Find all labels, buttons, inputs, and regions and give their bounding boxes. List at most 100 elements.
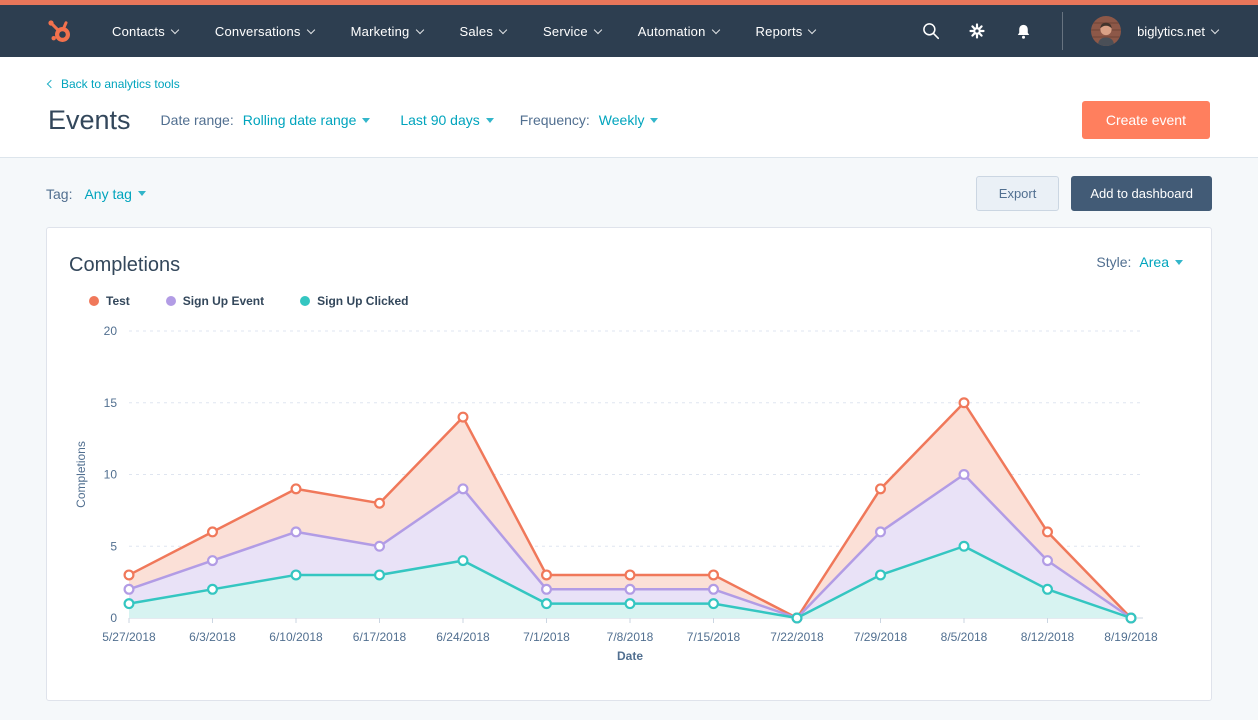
search-icon[interactable]: [920, 20, 942, 42]
data-point-sign-up-clicked[interactable]: [292, 571, 301, 580]
legend-item-sign-up-clicked[interactable]: Sign Up Clicked: [300, 294, 408, 308]
nav-item-contacts[interactable]: Contacts: [112, 24, 178, 39]
data-point-sign-up-event[interactable]: [1043, 556, 1052, 565]
back-link[interactable]: Back to analytics tools: [48, 77, 180, 91]
legend-item-sign-up-event[interactable]: Sign Up Event: [166, 294, 264, 308]
chevron-left-icon: [47, 80, 55, 88]
data-point-test[interactable]: [208, 528, 217, 537]
settings-gear-icon[interactable]: [966, 20, 988, 42]
x-tick-label: 6/3/2018: [189, 630, 236, 644]
frequency-label: Frequency:: [520, 112, 590, 128]
data-point-test[interactable]: [876, 484, 885, 493]
page-title: Events: [48, 105, 131, 136]
tag-dropdown[interactable]: Any tag: [84, 186, 145, 202]
nav-item-label: Reports: [756, 24, 803, 39]
y-tick-label: 5: [110, 539, 117, 553]
nav-item-service[interactable]: Service: [543, 24, 601, 39]
caret-down-icon: [650, 118, 658, 123]
data-point-sign-up-clicked[interactable]: [459, 556, 468, 565]
x-tick-label: 8/5/2018: [941, 630, 988, 644]
chart-legend: Test Sign Up Event Sign Up Clicked: [89, 294, 1189, 308]
y-tick-label: 15: [104, 396, 118, 410]
data-point-sign-up-event[interactable]: [459, 484, 468, 493]
nav-item-label: Conversations: [215, 24, 301, 39]
tag-label: Tag:: [46, 186, 72, 202]
caret-down-icon: [362, 118, 370, 123]
data-point-sign-up-clicked[interactable]: [960, 542, 969, 551]
caret-down-icon: [1175, 260, 1183, 265]
legend-dot: [166, 296, 176, 306]
account-menu[interactable]: biglytics.net: [1137, 24, 1218, 39]
data-point-test[interactable]: [960, 398, 969, 407]
data-point-test[interactable]: [375, 499, 384, 508]
chevron-down-icon: [594, 25, 602, 33]
frequency-dropdown[interactable]: Weekly: [599, 112, 659, 128]
completions-area-chart: 051015205/27/20186/3/20186/10/20186/17/2…: [69, 320, 1189, 667]
data-point-test[interactable]: [542, 571, 551, 580]
data-point-test[interactable]: [292, 484, 301, 493]
data-point-sign-up-event[interactable]: [292, 528, 301, 537]
data-point-test[interactable]: [459, 413, 468, 422]
caret-down-icon: [138, 191, 146, 196]
data-point-sign-up-clicked[interactable]: [709, 599, 718, 608]
x-tick-label: 6/24/2018: [436, 630, 490, 644]
chart-svg: 051015205/27/20186/3/20186/10/20186/17/2…: [69, 320, 1191, 662]
data-point-sign-up-clicked[interactable]: [1127, 614, 1136, 623]
x-tick-label: 5/27/2018: [102, 630, 156, 644]
data-point-test[interactable]: [125, 571, 134, 580]
period-value: Last 90 days: [400, 112, 479, 128]
data-point-sign-up-event[interactable]: [876, 528, 885, 537]
create-event-button[interactable]: Create event: [1082, 101, 1210, 139]
data-point-sign-up-event[interactable]: [542, 585, 551, 594]
nav-item-automation[interactable]: Automation: [638, 24, 719, 39]
card-header: Completions Style: Area: [69, 254, 1189, 277]
data-point-sign-up-event[interactable]: [375, 542, 384, 551]
legend-item-test[interactable]: Test: [89, 294, 130, 308]
chevron-down-icon: [1211, 25, 1219, 33]
nav-utilities: biglytics.net: [920, 12, 1218, 50]
add-to-dashboard-button[interactable]: Add to dashboard: [1071, 176, 1212, 211]
frequency-value: Weekly: [599, 112, 645, 128]
y-axis-title: Completions: [74, 441, 88, 508]
hubspot-logo-icon[interactable]: [44, 16, 74, 46]
avatar[interactable]: [1091, 16, 1121, 46]
notifications-bell-icon[interactable]: [1012, 20, 1034, 42]
x-tick-label: 6/17/2018: [353, 630, 407, 644]
data-point-test[interactable]: [626, 571, 635, 580]
data-point-test[interactable]: [709, 571, 718, 580]
data-point-sign-up-event[interactable]: [626, 585, 635, 594]
style-value: Area: [1139, 254, 1169, 270]
nav-item-label: Sales: [460, 24, 494, 39]
nav-item-label: Service: [543, 24, 588, 39]
data-point-sign-up-event[interactable]: [125, 585, 134, 594]
style-dropdown[interactable]: Area: [1139, 254, 1183, 270]
nav-item-sales[interactable]: Sales: [460, 24, 507, 39]
data-point-sign-up-clicked[interactable]: [125, 599, 134, 608]
data-point-sign-up-clicked[interactable]: [626, 599, 635, 608]
data-point-sign-up-event[interactable]: [960, 470, 969, 479]
y-tick-label: 0: [110, 611, 117, 625]
x-tick-label: 8/19/2018: [1104, 630, 1158, 644]
data-point-sign-up-clicked[interactable]: [208, 585, 217, 594]
data-point-sign-up-clicked[interactable]: [876, 571, 885, 580]
data-point-sign-up-clicked[interactable]: [793, 614, 802, 623]
data-point-sign-up-clicked[interactable]: [1043, 585, 1052, 594]
x-tick-label: 8/12/2018: [1021, 630, 1075, 644]
data-point-sign-up-event[interactable]: [709, 585, 718, 594]
chevron-down-icon: [711, 25, 719, 33]
nav-item-reports[interactable]: Reports: [756, 24, 816, 39]
back-link-label: Back to analytics tools: [61, 77, 180, 91]
export-button[interactable]: Export: [976, 176, 1060, 211]
data-point-sign-up-clicked[interactable]: [375, 571, 384, 580]
nav-item-conversations[interactable]: Conversations: [215, 24, 314, 39]
tag-value: Any tag: [84, 186, 131, 202]
page: Contacts Conversations Marketing Sales S…: [0, 0, 1258, 701]
period-dropdown[interactable]: Last 90 days: [400, 112, 493, 128]
nav-item-marketing[interactable]: Marketing: [351, 24, 423, 39]
data-point-sign-up-clicked[interactable]: [542, 599, 551, 608]
filter-toolbar: Tag: Any tag Export Add to dashboard: [0, 158, 1258, 227]
chevron-down-icon: [306, 25, 314, 33]
data-point-test[interactable]: [1043, 528, 1052, 537]
date-range-dropdown[interactable]: Rolling date range: [243, 112, 371, 128]
data-point-sign-up-event[interactable]: [208, 556, 217, 565]
